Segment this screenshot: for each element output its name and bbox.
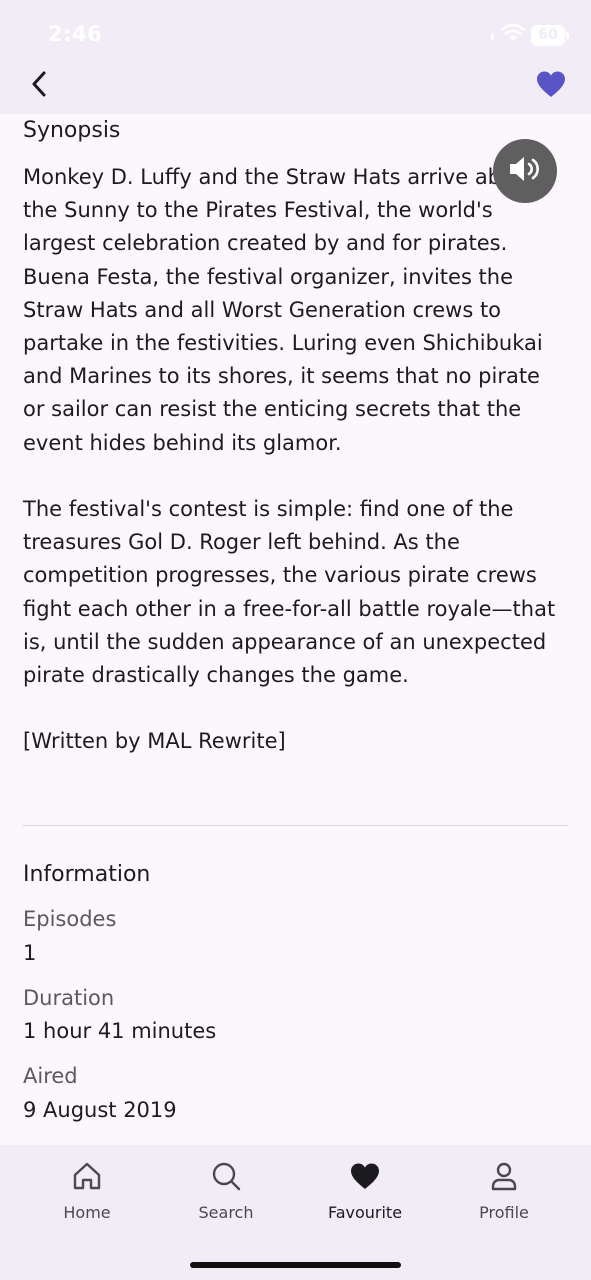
section-divider bbox=[23, 825, 568, 826]
search-icon bbox=[209, 1159, 243, 1193]
back-button[interactable] bbox=[20, 66, 60, 106]
aired-label: Aired bbox=[23, 1064, 78, 1088]
aired-value: 9 August 2019 bbox=[23, 1098, 177, 1122]
volume-icon bbox=[507, 154, 543, 188]
duration-value: 1 hour 41 minutes bbox=[23, 1019, 217, 1043]
nav-favourite-label: Favourite bbox=[327, 1203, 403, 1222]
chevron-left-icon bbox=[29, 71, 51, 101]
synopsis-heading: Synopsis bbox=[23, 118, 121, 143]
nav-home-label: Home bbox=[63, 1203, 111, 1222]
favourite-toggle-button[interactable] bbox=[530, 66, 572, 106]
top-app-bar: 2:46 60 bbox=[0, 0, 591, 114]
read-aloud-button[interactable] bbox=[493, 139, 557, 203]
heart-icon bbox=[348, 1159, 382, 1193]
episodes-label: Episodes bbox=[23, 907, 117, 931]
status-bar: 2:46 60 bbox=[0, 0, 591, 64]
wifi-icon bbox=[501, 23, 525, 46]
nav-favourite[interactable]: Favourite bbox=[305, 1159, 425, 1229]
home-indicator[interactable] bbox=[190, 1262, 401, 1268]
user-icon bbox=[487, 1159, 521, 1193]
status-icons: 60 bbox=[481, 23, 569, 47]
home-icon bbox=[70, 1159, 104, 1193]
synopsis-text: Monkey D. Luffy and the Straw Hats arriv… bbox=[23, 165, 556, 754]
bottom-navigation: Home Search Favourite Profile bbox=[0, 1145, 591, 1280]
heart-icon bbox=[535, 70, 567, 102]
information-heading: Information bbox=[23, 862, 151, 887]
detail-content[interactable]: Synopsis Monkey D. Luffy and the Straw H… bbox=[0, 114, 591, 1145]
duration-label: Duration bbox=[23, 986, 115, 1010]
episodes-value: 1 bbox=[23, 941, 37, 965]
battery-icon: 60 bbox=[531, 24, 569, 46]
nav-search-label: Search bbox=[198, 1203, 254, 1222]
nav-home[interactable]: Home bbox=[27, 1159, 147, 1229]
signal-icon bbox=[481, 25, 495, 45]
nav-profile-label: Profile bbox=[479, 1203, 529, 1222]
nav-search[interactable]: Search bbox=[166, 1159, 286, 1229]
nav-profile[interactable]: Profile bbox=[444, 1159, 564, 1229]
status-time: 2:46 bbox=[48, 22, 103, 46]
